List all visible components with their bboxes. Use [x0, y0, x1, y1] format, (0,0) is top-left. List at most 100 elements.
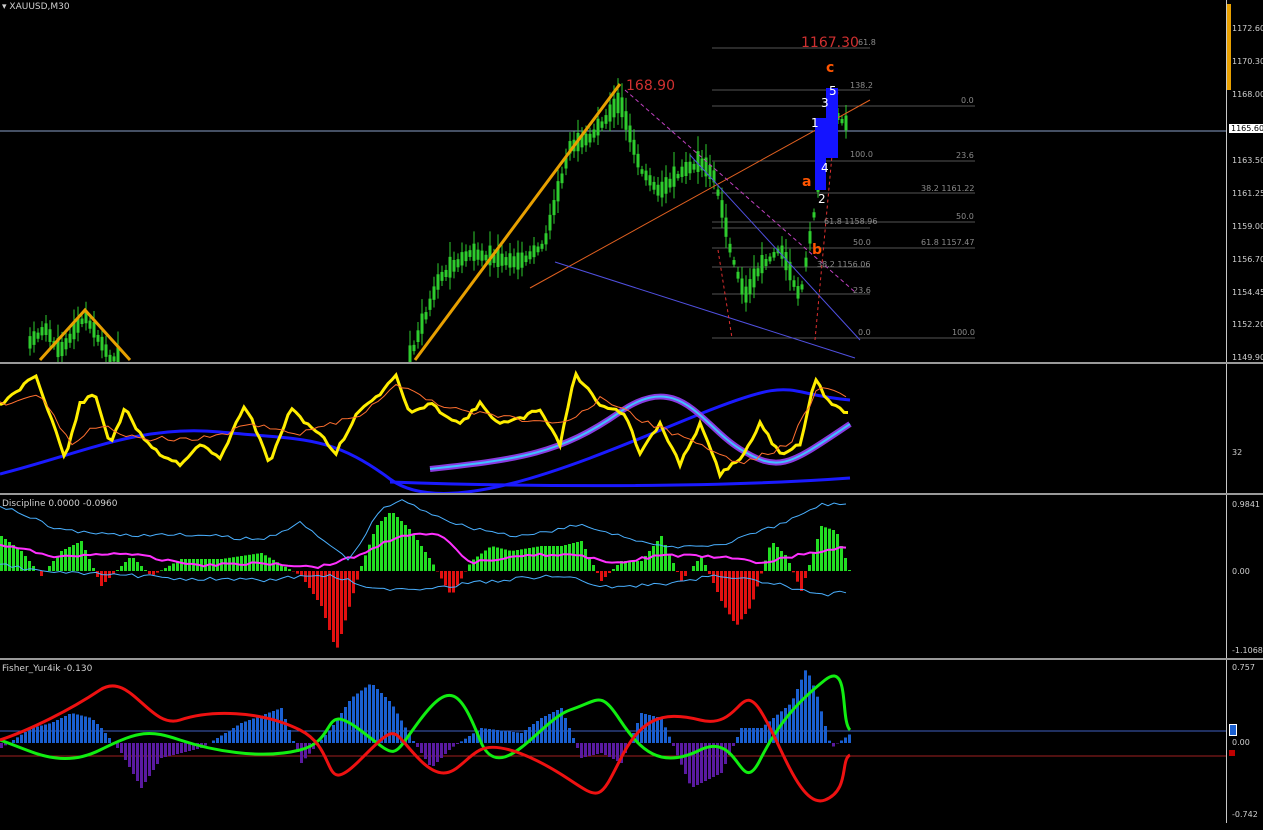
candle-body — [620, 97, 624, 118]
candle-body — [552, 200, 556, 216]
price-tick: 1156.70 — [1232, 255, 1263, 264]
histogram-bar — [92, 568, 95, 571]
fisher-bar — [596, 743, 599, 754]
histogram-bar — [508, 550, 511, 571]
fisher-bar — [496, 730, 499, 743]
candle-body — [484, 254, 488, 261]
fisher-bar — [508, 731, 511, 743]
fisher-bar — [344, 707, 347, 743]
fisher-marker — [1229, 750, 1235, 756]
histogram-bar — [384, 517, 387, 571]
histogram-bar — [4, 539, 7, 571]
histogram-bar — [328, 571, 331, 630]
candle-body — [744, 286, 748, 303]
fisher-bar — [588, 743, 591, 756]
oscillator-pane[interactable] — [0, 364, 1226, 493]
fisher-bar — [844, 737, 847, 743]
band-line — [429, 393, 852, 472]
price-axis[interactable]: 1172.60 1170.30 1168.00 1165.60 1163.50 … — [1226, 0, 1263, 362]
fisher-bar — [592, 743, 595, 755]
candle-body — [48, 329, 52, 342]
fisher-bar — [216, 738, 219, 743]
fisher-bar — [180, 743, 183, 753]
fisher-bar — [796, 689, 799, 743]
fisher-bar — [448, 743, 451, 750]
fisher-bar — [464, 738, 467, 743]
candle-body — [412, 344, 416, 352]
histogram-bar — [40, 571, 43, 576]
fisher-axis[interactable]: 0.757 0.00 -0.742 — [1226, 660, 1263, 823]
histogram-bar — [296, 571, 299, 574]
histogram-bar — [160, 570, 163, 571]
fisher-bar — [140, 743, 143, 788]
candle-body — [64, 338, 68, 350]
candle-body — [796, 286, 800, 299]
fisher-bar — [228, 730, 231, 743]
oscillator-axis[interactable]: 32 — [1226, 364, 1263, 493]
histogram-bar — [788, 563, 791, 571]
fisher-bar — [472, 733, 475, 743]
fisher-bar — [136, 743, 139, 781]
fisher-bar — [548, 714, 551, 743]
histogram-bar — [772, 543, 775, 571]
candle-body — [664, 177, 668, 194]
symbol-title[interactable]: ▾ XAUUSD,M30 — [2, 2, 70, 12]
histogram-bar — [348, 571, 351, 607]
fisher-bar — [808, 675, 811, 743]
fisher-bar — [244, 721, 247, 743]
candle-body — [528, 251, 532, 260]
histogram-bar — [472, 559, 475, 571]
histogram-bar — [848, 570, 851, 571]
histogram-bar — [552, 546, 555, 571]
histogram-bar — [288, 569, 291, 571]
fisher-bar — [92, 720, 95, 743]
fisher-bar — [736, 737, 739, 743]
fisher-bar — [460, 741, 463, 743]
fisher-bar — [60, 718, 63, 743]
axis-tick: 0.00 — [1232, 567, 1250, 576]
candle-body — [500, 253, 504, 266]
histogram-bar — [792, 571, 795, 573]
fisher-bar — [12, 740, 15, 743]
histogram-bar — [516, 550, 519, 571]
fisher-bar — [124, 743, 127, 760]
fib-label: 50.0 — [956, 212, 974, 221]
histogram-bar — [0, 536, 3, 571]
fib-label: 0.0 — [961, 96, 974, 105]
price-chart-pane[interactable]: ▾ XAUUSD,M30 168.90 1167.30 c a b 5 3 1 … — [0, 0, 1226, 362]
fisher-bar — [220, 735, 223, 743]
candle-body — [544, 233, 548, 245]
fisher-bar — [568, 728, 571, 743]
fisher-pane[interactable]: Fisher_Yur4ik -0.130 — [0, 660, 1226, 823]
histogram-bar — [364, 555, 367, 571]
histogram-bar — [180, 559, 183, 571]
time-axis[interactable] — [0, 823, 1263, 830]
triangle-down-icon[interactable]: ▾ — [2, 2, 7, 12]
histogram-bar — [716, 571, 719, 592]
fisher-bar — [120, 743, 123, 753]
candle-body — [792, 280, 796, 287]
histogram-bar — [48, 566, 51, 571]
fisher-bar — [452, 743, 455, 747]
fisher-bar — [380, 693, 383, 743]
wave-5-label: 5 — [829, 84, 837, 98]
fisher-bar — [368, 684, 371, 743]
histogram-bar — [140, 566, 143, 571]
signal-line — [0, 369, 849, 480]
fisher-bar — [760, 728, 763, 743]
histogram-bar — [760, 571, 763, 574]
fast-ma-line — [0, 383, 847, 465]
discipline-axis[interactable]: 0.9841 0.00 -1.1068 — [1226, 495, 1263, 658]
histogram-bar — [616, 565, 619, 571]
fisher-bar — [644, 714, 647, 743]
histogram-bar — [696, 561, 699, 571]
fisher-bar — [128, 743, 131, 767]
fisher-bar — [260, 715, 263, 743]
histogram-bar — [412, 534, 415, 571]
fisher-bar — [48, 723, 51, 743]
histogram-bar — [836, 534, 839, 571]
discipline-pane[interactable]: Discipline 0.0000 -0.0960 — [0, 495, 1226, 658]
histogram-bar — [64, 549, 67, 571]
candle-body — [668, 178, 672, 188]
fisher-bar — [524, 730, 527, 743]
